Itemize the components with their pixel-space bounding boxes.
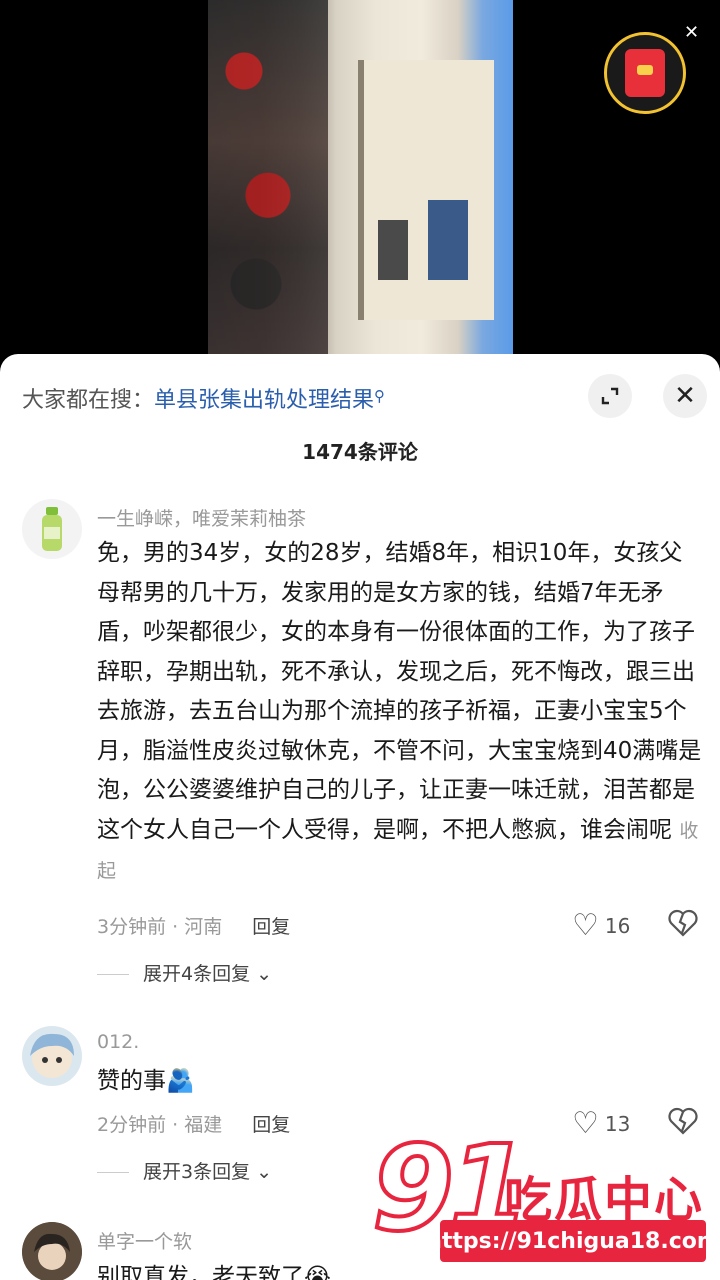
broken-heart-icon bbox=[668, 909, 698, 937]
photo-avatar-icon bbox=[22, 1222, 82, 1280]
watermark-logo: 91 吃瓜中心 https://91chigua18.com bbox=[370, 1126, 720, 1278]
expand-replies-label: 展开4条回复 bbox=[143, 963, 251, 985]
like-count: 16 bbox=[604, 913, 631, 938]
anime-avatar-icon bbox=[30, 1033, 74, 1078]
comment-username[interactable]: 012. bbox=[97, 1031, 139, 1053]
divider-line bbox=[97, 1172, 129, 1173]
close-comments-button[interactable]: ✕ bbox=[663, 374, 707, 418]
avatar[interactable] bbox=[22, 499, 82, 559]
comment-meta: 2分钟前 · 福建 回复 bbox=[97, 1110, 290, 1137]
like-button[interactable]: ♡ 16 bbox=[572, 908, 630, 943]
reply-button[interactable]: 回复 bbox=[252, 1114, 290, 1136]
red-packet-button[interactable] bbox=[604, 32, 686, 114]
expand-icon bbox=[601, 387, 619, 405]
watermark-url: https://91chigua18.com bbox=[426, 1220, 720, 1262]
comment-time-location: 3分钟前 · 河南 bbox=[97, 916, 223, 938]
search-suggestion[interactable]: 大家都在搜：单县张集出轨处理结果⚲ bbox=[22, 382, 385, 414]
expand-button[interactable] bbox=[588, 374, 632, 418]
dislike-button[interactable] bbox=[668, 909, 698, 943]
comment-time-location: 2分钟前 · 福建 bbox=[97, 1114, 223, 1136]
avatar[interactable] bbox=[22, 1222, 82, 1280]
divider-line bbox=[97, 974, 129, 975]
expand-replies-label: 展开3条回复 bbox=[143, 1161, 251, 1183]
comment-meta: 3分钟前 · 河南 回复 bbox=[97, 912, 290, 939]
heart-icon: ♡ bbox=[572, 908, 599, 943]
comment-text: 免，男的34岁，女的28岁，结婚8年，相识10年，女孩父母帮男的几十万，发家用的… bbox=[97, 534, 702, 892]
comment-username[interactable]: 一生峥嵘，唯爱茉莉柚茶 bbox=[97, 504, 306, 531]
reply-button[interactable]: 回复 bbox=[252, 916, 290, 938]
house-image bbox=[358, 60, 494, 320]
red-packet-icon bbox=[625, 49, 665, 97]
chevron-down-icon: ⌄ bbox=[256, 1161, 273, 1183]
search-term-link[interactable]: 单县张集出轨处理结果 bbox=[154, 388, 374, 413]
video-player[interactable]: ✕ bbox=[0, 0, 720, 355]
window-image bbox=[378, 220, 408, 280]
expand-replies-button[interactable]: 展开3条回复 ⌄ bbox=[97, 1157, 272, 1184]
close-icon[interactable]: ✕ bbox=[684, 22, 699, 43]
crowd-image bbox=[208, 0, 328, 355]
comment-username[interactable]: 单字一个软 bbox=[97, 1227, 192, 1254]
comment-body: 免，男的34岁，女的28岁，结婚8年，相识10年，女孩父母帮男的几十万，发家用的… bbox=[97, 540, 702, 843]
chevron-down-icon: ⌄ bbox=[256, 963, 273, 985]
tea-bottle-icon bbox=[42, 507, 62, 551]
window-image bbox=[428, 200, 468, 280]
expand-replies-button[interactable]: 展开4条回复 ⌄ bbox=[97, 959, 272, 986]
search-prefix: 大家都在搜： bbox=[22, 388, 155, 413]
search-icon: ⚲ bbox=[374, 387, 386, 405]
comments-count: 1474条评论 bbox=[302, 440, 418, 464]
video-frame bbox=[208, 0, 513, 355]
comment-text: 赞的事🫂 bbox=[97, 1068, 195, 1094]
avatar[interactable] bbox=[22, 1026, 82, 1086]
close-icon: ✕ bbox=[674, 381, 696, 411]
